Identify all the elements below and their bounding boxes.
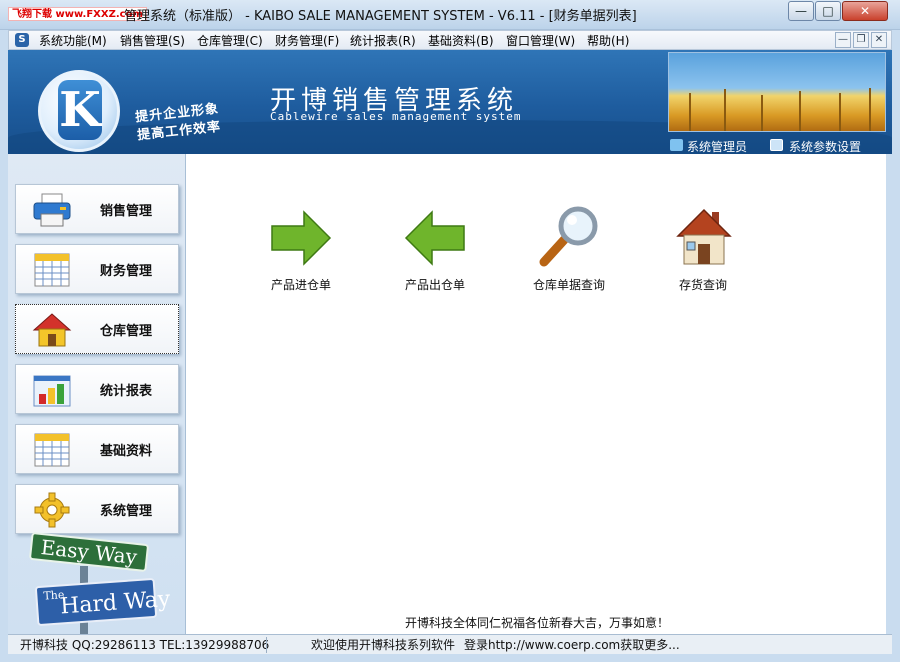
- menu-base-data[interactable]: 基础资料(B): [428, 32, 494, 50]
- printer-icon: [33, 193, 71, 227]
- close-button[interactable]: ✕: [842, 1, 888, 21]
- gear-icon: [34, 492, 70, 528]
- arrow-left-icon: [404, 210, 465, 266]
- main-content: 产品进仓单 产品出仓单 仓库单据查询 存货查询: [186, 154, 886, 634]
- hard-way-text: Hard Way: [59, 586, 172, 620]
- nav-finance-label: 财务管理: [100, 264, 153, 279]
- magnifier-icon: [539, 206, 598, 267]
- nav-warehouse-label: 仓库管理: [100, 324, 153, 339]
- nav-finance-button[interactable]: 财务管理: [15, 244, 179, 294]
- nav-system-label: 系统管理: [100, 504, 153, 519]
- maximize-button[interactable]: □: [815, 1, 841, 21]
- header-banner: K 提升企业形象 提高工作效率 开博销售管理系统 Cablewire sales…: [8, 50, 892, 154]
- nav-sales-label: 销售管理: [100, 204, 153, 219]
- nav-warehouse-button[interactable]: 仓库管理: [15, 304, 179, 354]
- status-divider: [266, 637, 267, 653]
- feature-stock-out-label: 产品出仓单: [404, 278, 465, 292]
- menu-reports[interactable]: 统计报表(R): [350, 32, 416, 50]
- menu-system[interactable]: 系统功能(M): [39, 32, 107, 50]
- admin-link[interactable]: 系统管理员: [687, 138, 747, 154]
- status-website[interactable]: 登录http://www.coerp.com获取更多...: [464, 637, 680, 653]
- minimize-button[interactable]: —: [788, 1, 814, 21]
- nav-base-data-button[interactable]: 基础资料: [15, 424, 179, 474]
- calendar-grid-icon: [34, 433, 70, 467]
- menu-finance[interactable]: 财务管理(F): [275, 32, 339, 50]
- wheat-field-image: [668, 52, 886, 132]
- easy-way-sign: Easy Way: [28, 531, 150, 573]
- nav-base-data-label: 基础资料: [100, 444, 153, 459]
- bar-chart-icon: [33, 375, 71, 407]
- menu-window[interactable]: 窗口管理(W): [506, 32, 575, 50]
- feature-inventory-query[interactable]: 存货查询: [648, 208, 758, 300]
- logo-letter: K: [58, 80, 102, 140]
- nav-reports-button[interactable]: 统计报表: [15, 364, 179, 414]
- hard-way-sign: The Hard Way: [34, 577, 171, 627]
- status-bar: 开博科技 QQ:29286113 TEL:13929988706 欢迎使用开博科…: [8, 634, 892, 654]
- feature-stock-in[interactable]: 产品进仓单: [246, 210, 356, 300]
- mdi-minimize-button[interactable]: —: [835, 32, 851, 48]
- house-icon: [676, 208, 732, 265]
- greeting-text: 开博科技全体同仁祝福各位新春大吉，万事如意！: [405, 616, 670, 630]
- menu-bar: S 系统功能(M) 销售管理(S) 仓库管理(C) 财务管理(F) 统计报表(R…: [8, 30, 892, 50]
- left-nav: 销售管理 财务管理 仓库管理 统计报表 基础资料 系统管理 Easy Way T…: [8, 154, 186, 634]
- menu-sales[interactable]: 销售管理(S): [120, 32, 185, 50]
- mdi-close-button[interactable]: ✕: [871, 32, 887, 48]
- feature-inventory-query-label: 存货查询: [678, 278, 727, 292]
- title-bar: 飞翔下载 www.FXXZ.com 管理系统（标准版） - KAIBO SALE…: [0, 0, 900, 30]
- status-contact: 开博科技 QQ:29286113 TEL:13929988706: [20, 638, 270, 652]
- window-title: 管理系统（标准版） - KAIBO SALE MANAGEMENT SYSTEM…: [124, 9, 637, 24]
- feature-stock-out[interactable]: 产品出仓单: [380, 210, 490, 300]
- feature-stock-in-label: 产品进仓单: [270, 278, 331, 292]
- feature-warehouse-query[interactable]: 仓库单据查询: [514, 206, 624, 300]
- nav-sales-button[interactable]: 销售管理: [15, 184, 179, 234]
- settings-link[interactable]: 系统参数设置: [789, 138, 861, 154]
- app-menu-icon[interactable]: S: [15, 33, 29, 47]
- status-welcome: 欢迎使用开博科技系列软件: [311, 638, 456, 652]
- nav-system-button[interactable]: 系统管理: [15, 484, 179, 534]
- user-icon: [670, 139, 683, 151]
- monitor-icon: [770, 139, 783, 151]
- mdi-restore-button[interactable]: ❐: [853, 32, 869, 48]
- menu-warehouse[interactable]: 仓库管理(C): [197, 32, 263, 50]
- nav-reports-label: 统计报表: [100, 384, 153, 399]
- system-subtitle: Cablewire sales management system: [270, 110, 522, 123]
- menu-help[interactable]: 帮助(H): [587, 32, 629, 50]
- feature-warehouse-query-label: 仓库单据查询: [532, 278, 605, 292]
- arrow-right-icon: [271, 210, 332, 266]
- house-icon: [32, 313, 72, 347]
- calendar-grid-icon: [34, 253, 70, 287]
